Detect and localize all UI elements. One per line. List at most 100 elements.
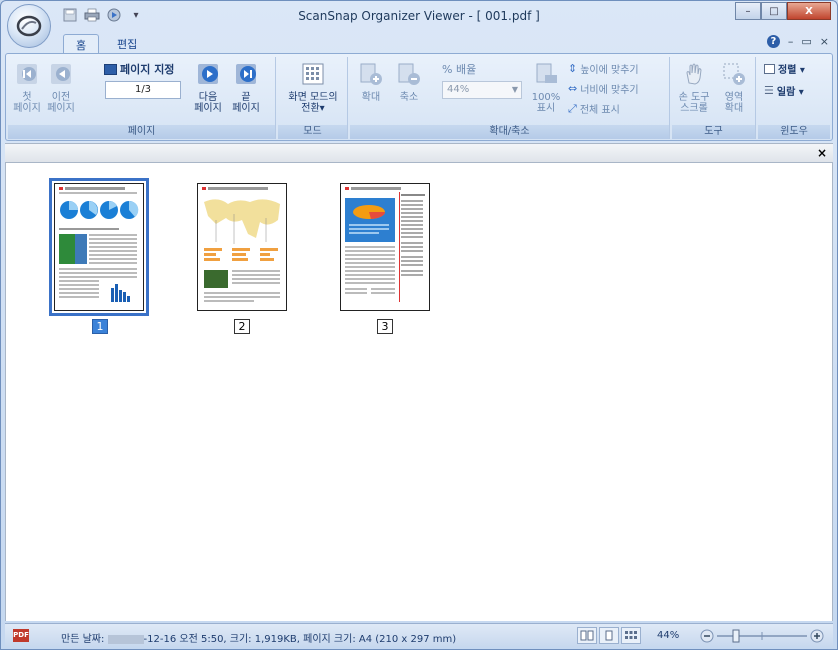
file-info: 만든 날짜: -12-16 오전 5:50, 크기: 1,919KB, 페이지 … [61, 630, 456, 645]
next-page-icon [198, 64, 218, 84]
next-page-button[interactable]: 다음 페이지 [192, 61, 224, 114]
zoom-percent-label: % 배율 [442, 63, 477, 76]
area-zoom-icon [723, 63, 745, 85]
switch-mode-label: 화면 모드의 전환▾ [288, 92, 338, 114]
minimize-button[interactable]: – [735, 2, 761, 20]
mode-group: 화면 모드의 전환▾ 모드 [278, 57, 348, 139]
close-button[interactable]: X [787, 2, 831, 20]
fit-width-icon: ⇔ [568, 82, 578, 95]
tab-home[interactable]: 홈 [63, 34, 100, 54]
hand-icon [686, 63, 702, 85]
view-mode-buttons [577, 627, 641, 644]
actual-size-label: 100% 표시 [531, 92, 561, 114]
area-zoom-label: 영역 확대 [724, 92, 744, 114]
page-3-preview [345, 187, 425, 302]
window-group: 정렬 ▾ ☰ 일람 ▾ 윈도우 [758, 57, 830, 139]
zoom-in-label: 확대 [361, 92, 381, 103]
thumbnail-view-icon[interactable] [621, 627, 641, 644]
status-bar: PDF 만든 날짜: -12-16 오전 5:50, 크기: 1,919KB, … [5, 623, 833, 647]
prev-page-icon [51, 64, 71, 84]
zoom-in-icon [360, 63, 382, 85]
ribbon-window-controls: ? – ▭ × [766, 35, 829, 48]
zoom-in-button[interactable]: 확대 [356, 61, 386, 103]
zoom-slider-thumb[interactable] [732, 629, 740, 643]
page-group: 첫 페이지 이전 페이지 페이지 지정 1/3 다음 페이지 끝 페이지 페이지 [8, 57, 276, 139]
full-view-icon: ⤢ [568, 101, 577, 115]
zoom-percent-select[interactable]: 44% ▼ [442, 81, 522, 99]
fit-width-label: 너비에 맞추기 [580, 85, 639, 96]
single-page-view-icon[interactable] [599, 627, 619, 644]
help-icon[interactable]: ? [766, 35, 780, 48]
page-number-input[interactable]: 1/3 [105, 81, 181, 99]
full-view-button[interactable]: ⤢ 전체 표시 [568, 101, 620, 117]
document-bar: × [5, 143, 833, 163]
page-1-preview [59, 187, 139, 302]
last-page-button[interactable]: 끝 페이지 [230, 61, 262, 114]
chevron-down-icon: ▼ [511, 85, 518, 94]
full-view-label: 전체 표시 [579, 105, 620, 116]
actual-size-button[interactable]: 100% 표시 [530, 61, 562, 114]
list-button[interactable]: ☰ 일람 ▾ [764, 83, 804, 98]
fit-height-label: 높이에 맞추기 [580, 65, 639, 76]
page-thumbnail-1[interactable] [49, 178, 149, 316]
fit-width-button[interactable]: ⇔ 너비에 맞추기 [568, 81, 639, 96]
next-page-label: 다음 페이지 [194, 92, 222, 114]
fit-height-button[interactable]: ⇕ 높이에 맞추기 [568, 61, 639, 76]
close-document-icon[interactable]: × [817, 146, 827, 160]
prev-page-button[interactable]: 이전 페이지 [46, 61, 76, 114]
window-controls: – □ X [735, 2, 831, 20]
arrange-icon [764, 63, 775, 74]
zoom-percent-value: 44% [447, 84, 470, 95]
arrange-label: 정렬 ▾ [778, 65, 805, 76]
goto-page-icon [104, 63, 117, 75]
app-window: ▾ ScanSnap Organizer Viewer - [ 001.pdf … [0, 0, 838, 650]
zoom-slider[interactable] [699, 628, 825, 644]
thumbnail-panel: 1 2 3 [5, 163, 833, 621]
app-menu-button[interactable] [7, 4, 51, 48]
pdf-file-icon: PDF [13, 629, 29, 642]
ribbon-close-button[interactable]: × [820, 35, 829, 48]
goto-page-button[interactable]: 페이지 지정 [104, 61, 174, 77]
arrange-button[interactable]: 정렬 ▾ [764, 61, 805, 76]
two-page-view-icon[interactable] [577, 627, 597, 644]
page-number-3[interactable]: 3 [377, 319, 393, 334]
file-info-text: -12-16 오전 5:50, 크기: 1,919KB, 페이지 크기: A4 … [143, 634, 457, 645]
scanner-logo-icon [16, 15, 42, 37]
area-zoom-button[interactable]: 영역 확대 [716, 61, 752, 114]
hand-tool-button[interactable]: 손 도구 스크롤 [676, 61, 712, 114]
maximize-button[interactable]: □ [761, 2, 787, 20]
zoom-out-label: 축소 [399, 92, 419, 103]
first-page-button[interactable]: 첫 페이지 [12, 61, 42, 114]
switch-mode-button[interactable]: 화면 모드의 전환▾ [282, 61, 344, 114]
window-group-label: 윈도우 [758, 125, 830, 139]
last-page-icon [236, 64, 256, 84]
tab-edit[interactable]: 편집 [105, 34, 149, 54]
list-label: 일람 ▾ [776, 87, 804, 98]
page-group-label: 페이지 [8, 125, 275, 139]
tools-group: 손 도구 스크롤 영역 확대 도구 [672, 57, 756, 139]
page-thumbnail-2[interactable] [197, 183, 287, 311]
page-thumbnail-3[interactable] [340, 183, 430, 311]
actual-size-icon [536, 63, 557, 83]
ribbon-restore-button[interactable]: ▭ [801, 35, 811, 48]
mode-group-label: 모드 [278, 125, 347, 139]
thumbnail-grid-icon [302, 63, 324, 85]
zoom-group: 확대 축소 % 배율 44% ▼ 100% 표시 ⇕ 높이에 맞추기 ⇔ 너비에… [350, 57, 670, 139]
ribbon-tabs: 홈 편집 ? – ▭ × [1, 31, 837, 54]
goto-page-label: 페이지 지정 [120, 63, 175, 76]
prev-page-label: 이전 페이지 [47, 92, 75, 114]
redacted-year [107, 634, 144, 644]
tools-group-label: 도구 [672, 125, 755, 139]
window-title: ScanSnap Organizer Viewer - [ 001.pdf ] [298, 9, 540, 23]
page-2-preview [202, 187, 280, 302]
zoom-group-label: 확대/축소 [350, 125, 669, 139]
first-page-label: 첫 페이지 [13, 92, 41, 114]
ribbon: 첫 페이지 이전 페이지 페이지 지정 1/3 다음 페이지 끝 페이지 페이지 [5, 53, 833, 141]
list-icon: ☰ [764, 84, 774, 97]
page-number-1[interactable]: 1 [92, 319, 108, 334]
fit-height-icon: ⇕ [568, 62, 578, 75]
page-number-2[interactable]: 2 [234, 319, 250, 334]
zoom-out-button[interactable]: 축소 [394, 61, 424, 103]
ribbon-minimize-button[interactable]: – [788, 35, 794, 48]
created-date-label: 만든 날짜: [61, 634, 105, 645]
